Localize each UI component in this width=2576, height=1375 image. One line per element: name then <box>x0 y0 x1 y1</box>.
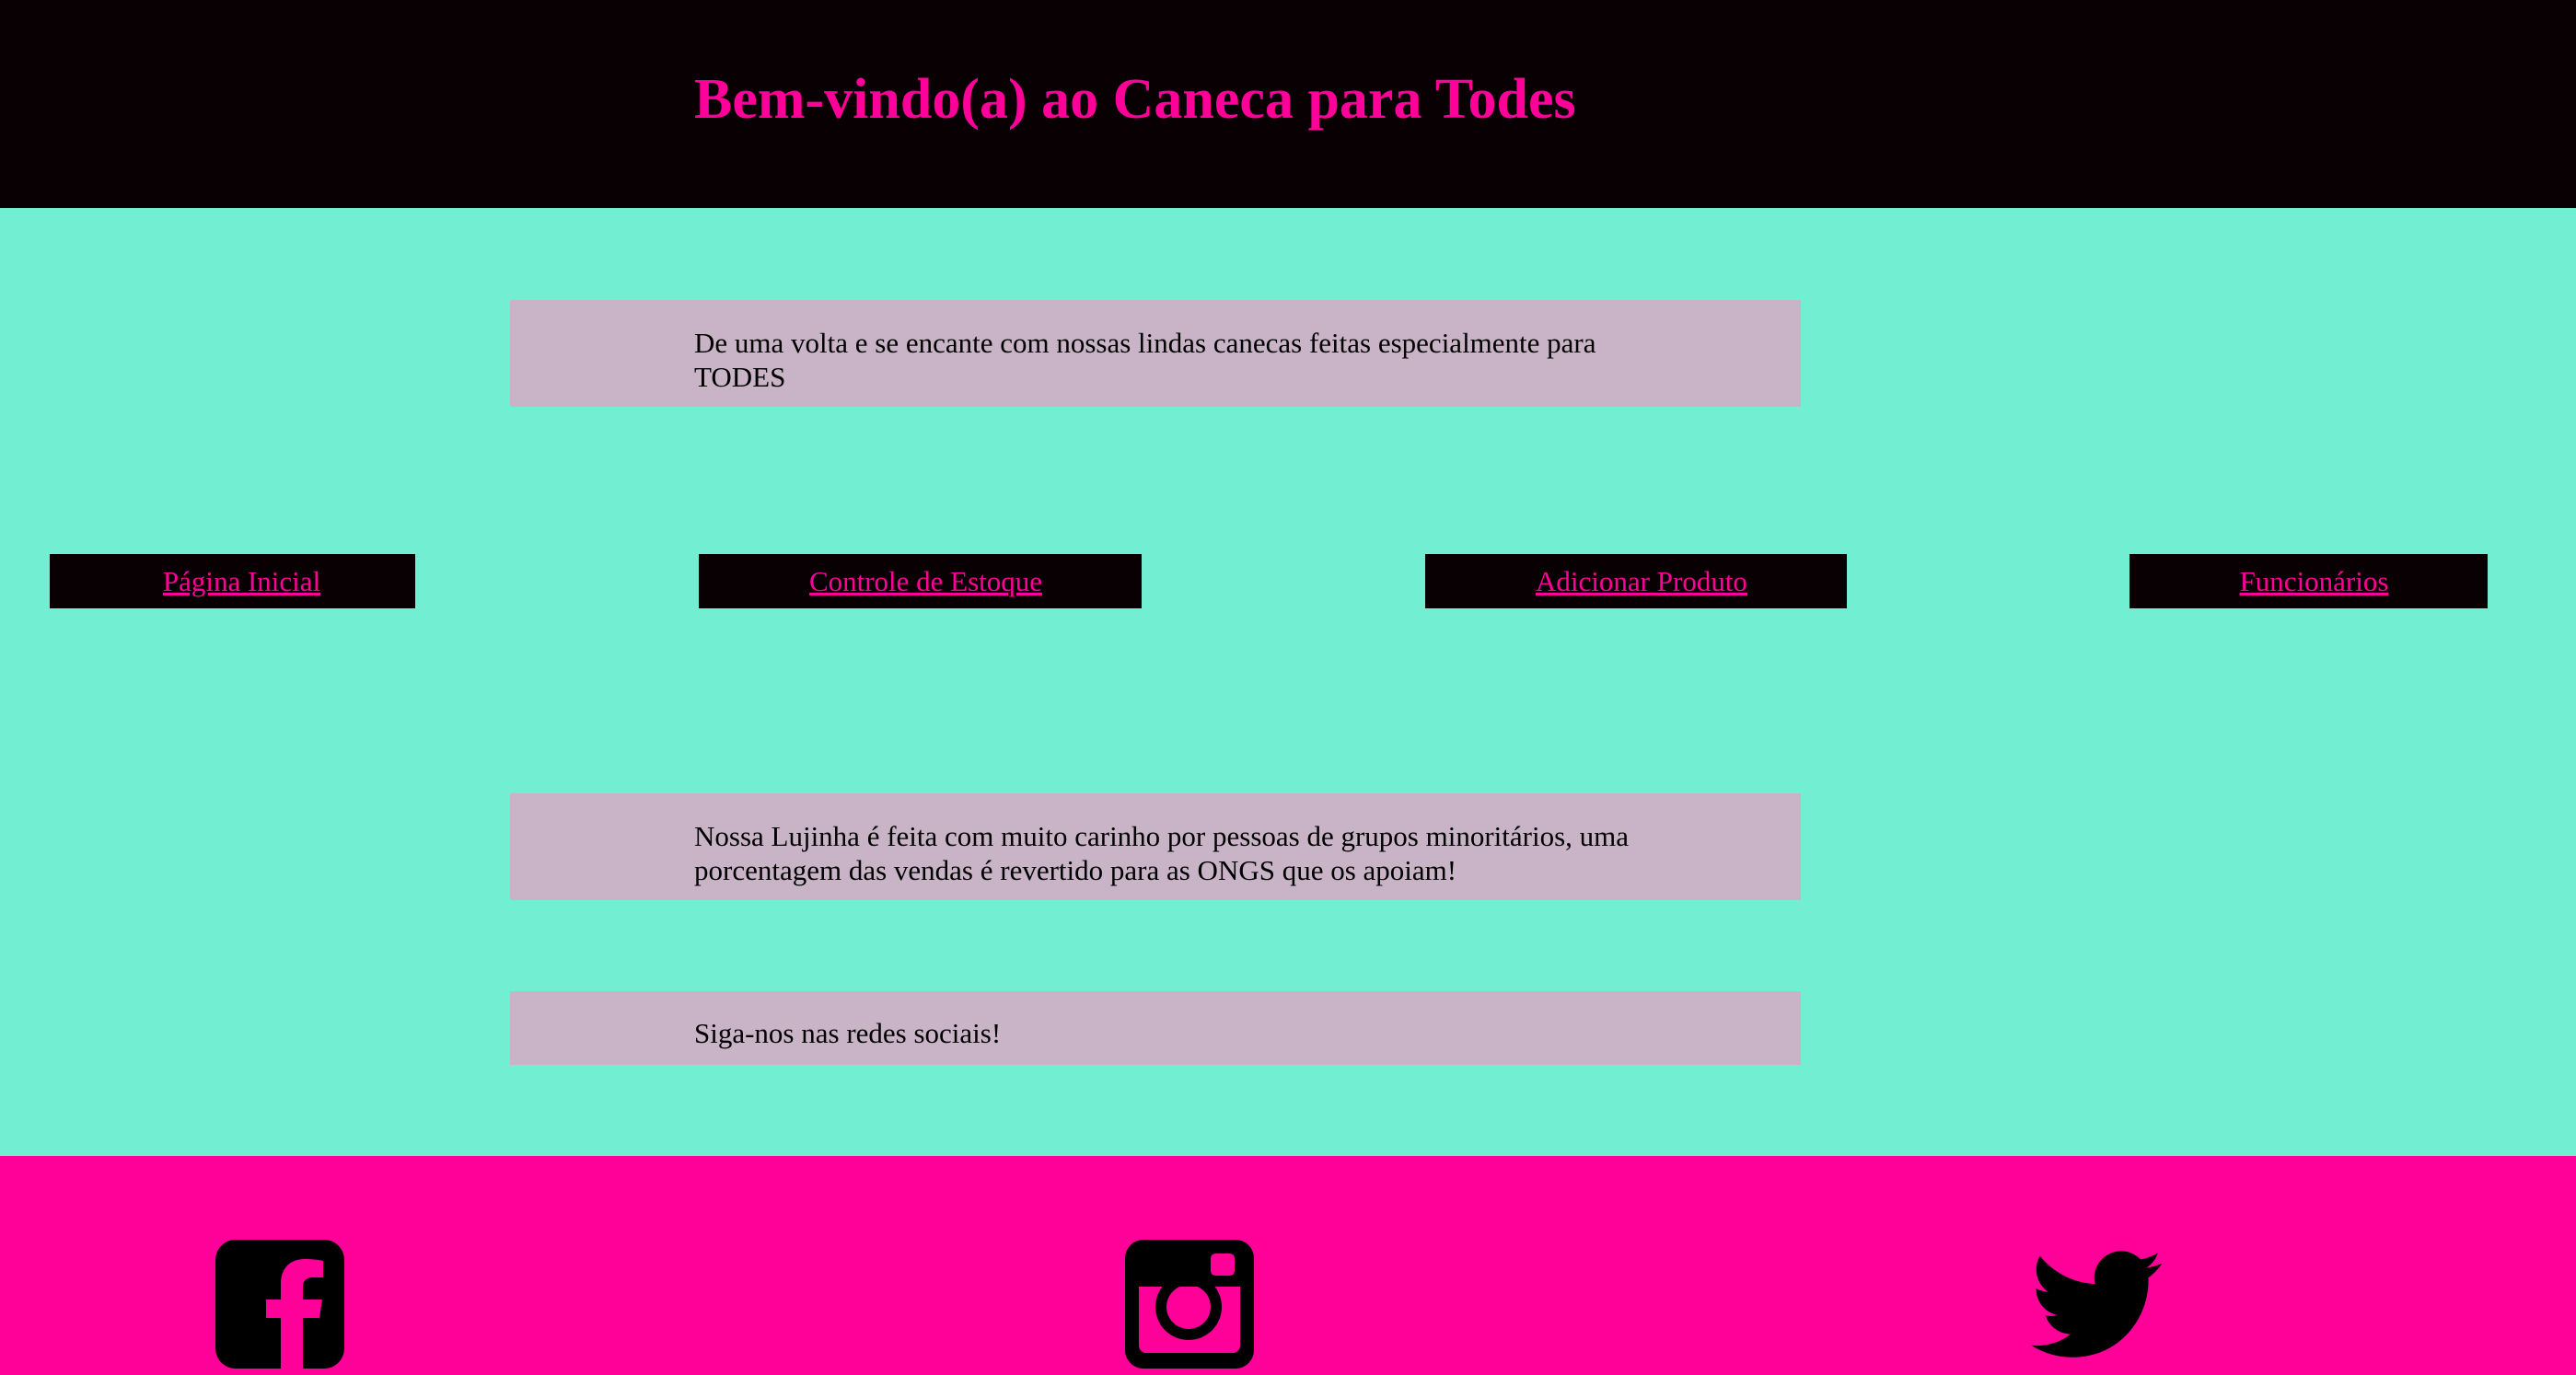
twitter-link[interactable] <box>2031 1239 2162 1369</box>
site-header: Bem-vindo(a) ao Caneca para Todes <box>0 0 2576 208</box>
about-panel: Nossa Lujinha é feita com muito carinho … <box>510 793 1801 900</box>
facebook-link[interactable] <box>215 1239 345 1369</box>
social-text: Siga-nos nas redes sociais! <box>694 1017 1002 1049</box>
twitter-icon <box>2031 1251 2162 1358</box>
nav-item-stock-control[interactable]: Controle de Estoque <box>699 554 1142 608</box>
instagram-icon <box>1125 1240 1254 1369</box>
social-panel: Siga-nos nas redes sociais! <box>510 991 1801 1065</box>
nav-link-employees[interactable]: Funcionários <box>2240 565 2389 598</box>
intro-text: De uma volta e se encante com nossas lin… <box>694 327 1596 393</box>
intro-panel: De uma volta e se encante com nossas lin… <box>510 300 1801 407</box>
nav-link-add-product[interactable]: Adicionar Produto <box>1536 565 1747 598</box>
nav-item-employees[interactable]: Funcionários <box>2129 554 2488 608</box>
facebook-icon <box>215 1240 344 1369</box>
about-text: Nossa Lujinha é feita com muito carinho … <box>694 820 1630 886</box>
nav-item-home[interactable]: Página Inicial <box>50 554 415 608</box>
nav-item-add-product[interactable]: Adicionar Produto <box>1425 554 1847 608</box>
site-footer <box>0 1156 2576 1375</box>
nav-link-home[interactable]: Página Inicial <box>163 565 320 598</box>
instagram-link[interactable] <box>1124 1239 1255 1369</box>
page-title: Bem-vindo(a) ao Caneca para Todes <box>694 68 1576 131</box>
nav-link-stock-control[interactable]: Controle de Estoque <box>809 565 1042 598</box>
